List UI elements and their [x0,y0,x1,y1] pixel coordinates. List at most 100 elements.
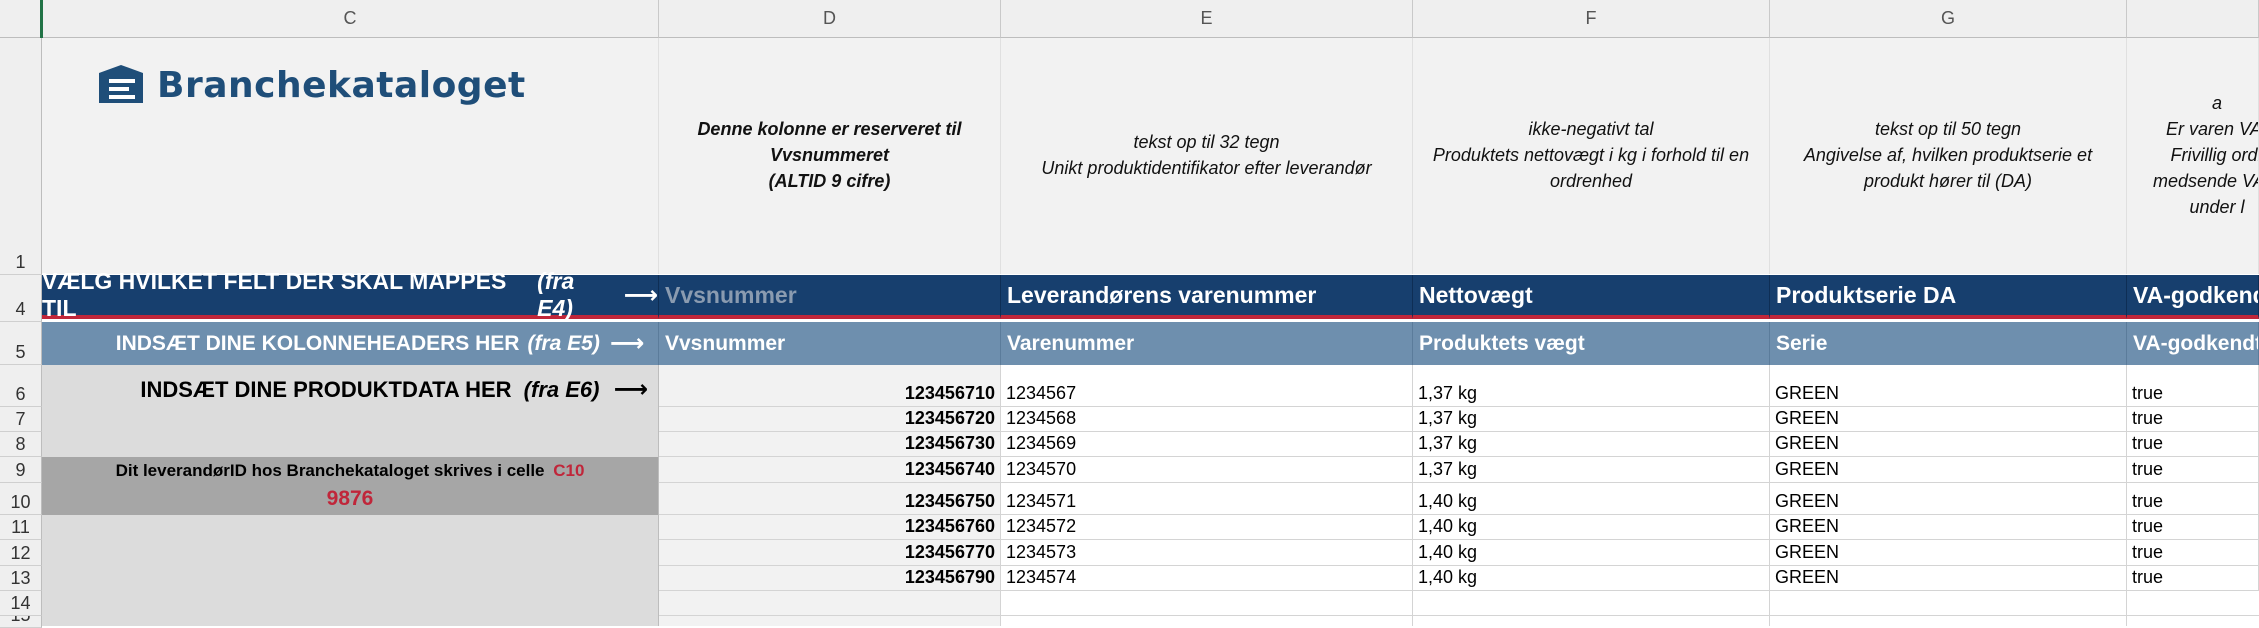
row5-header-e[interactable]: Varenummer [1001,322,1413,365]
table-cell-serie[interactable]: GREEN [1770,566,2127,591]
row-header-12[interactable]: 12 [0,540,42,566]
table-cell-varenr[interactable]: 1234570 [1001,457,1413,483]
row4-f-value: Nettovægt [1419,281,1533,308]
table-cell-va[interactable]: true [2127,407,2259,432]
table-cell-vaegt[interactable]: 1,40 kg [1413,540,1770,566]
row5-label-cell[interactable]: INDSÆT DINE KOLONNEHEADERS HER (fra E5) … [42,322,659,365]
row-header-10[interactable]: 10 [0,483,42,515]
arrow-right-icon: ⟶ [623,281,658,309]
table-cell-varenr[interactable]: 1234567 [1001,365,1413,407]
row6-label-suffix: (fra E6) [523,377,600,402]
table-cell-serie[interactable]: GREEN [1770,432,2127,457]
table-cell-va[interactable]: true [2127,483,2259,515]
row5-h-value: VA-godkendt [2133,331,2259,355]
row5-header-h[interactable]: VA-godkendt [2127,322,2259,365]
row4-dropdown-f[interactable]: Nettovægt [1413,275,1770,319]
row4-dropdown-h[interactable]: VA-godkend [2127,275,2259,319]
row14-cell-d[interactable] [659,591,1001,616]
logo-text: Branchekataloget [157,64,526,106]
row-header-15[interactable]: 15 [0,616,42,628]
table-cell-va[interactable]: true [2127,515,2259,540]
table-cell-serie[interactable]: GREEN [1770,483,2127,515]
table-cell-vvs[interactable]: 123456720 [659,407,1001,432]
table-cell-varenr[interactable]: 1234572 [1001,515,1413,540]
instruction-cell-g[interactable]: tekst op til 50 tegn Angivelse af, hvilk… [1770,38,2127,274]
instruction-cell-d[interactable]: Denne kolonne er reserveret til Vvsnumme… [659,38,1001,274]
column-header-f[interactable]: F [1413,0,1770,38]
table-cell-vvs[interactable]: 123456710 [659,365,1001,407]
logo-cell[interactable]: Branchekataloget [42,38,659,274]
table-cell-vaegt[interactable]: 1,37 kg [1413,432,1770,457]
row-header-13[interactable]: 13 [0,566,42,591]
row4-e-value: Leverandørens varenummer [1007,281,1317,308]
table-cell-serie[interactable]: GREEN [1770,457,2127,483]
table-cell-serie[interactable]: GREEN [1770,365,2127,407]
grid-line-g [2126,591,2127,626]
row4-label: VÆLG HVILKET FELT DER SKAL MAPPES TIL [42,268,507,321]
row-header-7[interactable]: 7 [0,407,42,432]
instruction-cell-f[interactable]: ikke-negativt tal Produktets nettovægt i… [1413,38,1770,274]
select-all-corner[interactable] [0,0,42,38]
table-cell-vaegt[interactable]: 1,40 kg [1413,483,1770,515]
table-cell-vvs[interactable]: 123456750 [659,483,1001,515]
row-header-5[interactable]: 5 [0,322,42,365]
table-cell-serie[interactable]: GREEN [1770,540,2127,566]
table-cell-vaegt[interactable]: 1,40 kg [1413,566,1770,591]
row4-dropdown-g[interactable]: Produktserie DA [1770,275,2127,319]
table-cell-vvs[interactable]: 123456760 [659,515,1001,540]
table-cell-varenr[interactable]: 1234571 [1001,483,1413,515]
table-cell-va[interactable]: true [2127,457,2259,483]
table-cell-vaegt[interactable]: 1,40 kg [1413,515,1770,540]
table-cell-varenr[interactable]: 1234574 [1001,566,1413,591]
supplier-id-value: 9876 [326,487,374,510]
row-header-1[interactable]: 1 [0,38,42,275]
row-header-9[interactable]: 9 [0,457,42,483]
grid-line-e [1412,591,1413,626]
table-cell-vvs[interactable]: 123456730 [659,432,1001,457]
column-header-g[interactable]: G [1770,0,2127,38]
arrow-right-icon: ⟶ [609,330,645,357]
table-cell-va[interactable]: true [2127,432,2259,457]
row5-header-f[interactable]: Produktets vægt [1413,322,1770,365]
row-header-4[interactable]: 4 [0,275,42,322]
table-cell-serie[interactable]: GREEN [1770,515,2127,540]
table-cell-vaegt[interactable]: 1,37 kg [1413,365,1770,407]
row-header-14[interactable]: 14 [0,591,42,616]
row14-cells-rest[interactable] [1001,591,2259,616]
instruction-cell-h[interactable]: a Er varen VA- Frivillig ordr medsende V… [2127,38,2259,274]
row5-header-g[interactable]: Serie [1770,322,2127,365]
row-header-6[interactable]: 6 [0,365,42,407]
row5-g-value: Serie [1776,331,1828,355]
row5-d-value: Vvsnummer [665,331,786,355]
supplier-id-cell[interactable]: Dit leverandørID hos Branchekataloget sk… [42,457,659,515]
table-cell-vaegt[interactable]: 1,37 kg [1413,407,1770,432]
instruction-f-text: ikke-negativt tal Produktets nettovægt i… [1432,119,1750,191]
row4-dropdown-e[interactable]: Leverandørens varenummer [1001,275,1413,319]
table-cell-vaegt[interactable]: 1,37 kg [1413,457,1770,483]
table-cell-va[interactable]: true [2127,566,2259,591]
active-corner-marker [40,0,43,38]
table-cell-vvs[interactable]: 123456790 [659,566,1001,591]
instruction-cell-e[interactable]: tekst op til 32 tegn Unikt produktidenti… [1001,38,1413,274]
row-header-8[interactable]: 8 [0,432,42,457]
table-cell-serie[interactable]: GREEN [1770,407,2127,432]
table-cell-vvs[interactable]: 123456770 [659,540,1001,566]
left-blank-area[interactable] [42,515,659,626]
row5-header-d[interactable]: Vvsnummer [659,322,1001,365]
grid-line-f [1769,591,1770,626]
row15-cell-d[interactable] [659,616,1001,626]
table-cell-varenr[interactable]: 1234568 [1001,407,1413,432]
table-cell-varenr[interactable]: 1234569 [1001,432,1413,457]
row4-dropdown-d[interactable]: Vvsnummer [659,275,1001,319]
table-cell-vvs[interactable]: 123456740 [659,457,1001,483]
row6-label-cell[interactable]: INDSÆT DINE PRODUKTDATA HER (fra E6) ⟶ [42,365,659,457]
row4-label-cell[interactable]: VÆLG HVILKET FELT DER SKAL MAPPES TIL (f… [42,268,659,321]
table-cell-va[interactable]: true [2127,540,2259,566]
table-cell-va[interactable]: true [2127,365,2259,407]
column-header-h[interactable] [2127,0,2259,38]
column-header-e[interactable]: E [1001,0,1413,38]
row-header-11[interactable]: 11 [0,515,42,540]
column-header-c[interactable]: C [42,0,659,38]
table-cell-varenr[interactable]: 1234573 [1001,540,1413,566]
column-header-d[interactable]: D [659,0,1001,38]
